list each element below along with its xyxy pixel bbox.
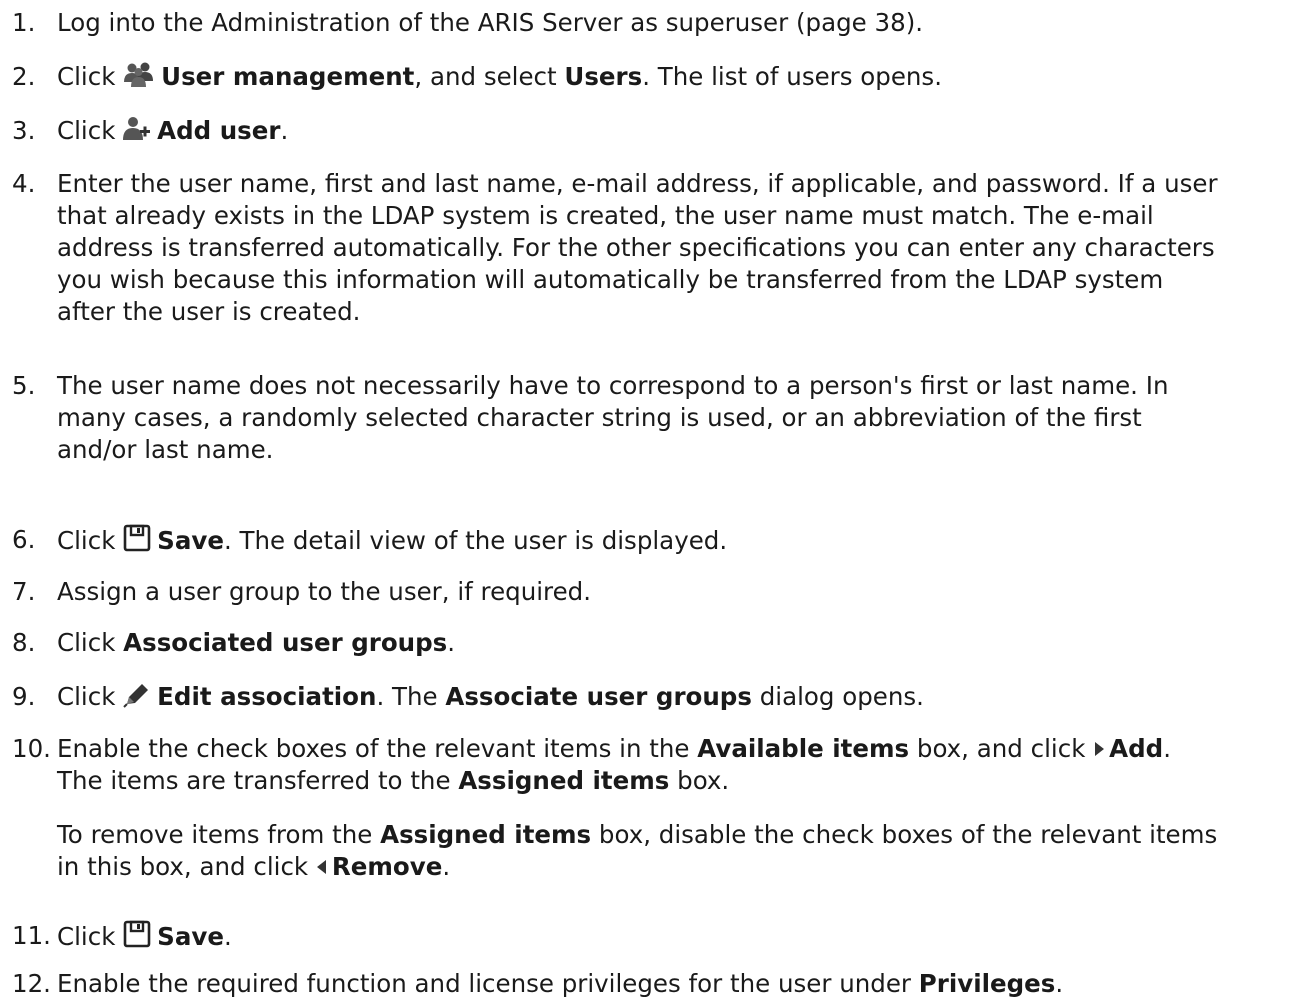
step-text: Click Save. The detail view of the user … [57,524,728,555]
step-number: 10. [12,734,51,763]
step-text: Enter the user name, first and last name… [57,169,1218,326]
step-number: 1. [12,8,36,37]
step-number: 8. [12,628,36,657]
step-text: The user name does not necessarily have … [57,371,1169,464]
step-text: To remove items from the Assigned items … [57,820,1218,883]
step-number: 5. [12,371,36,400]
pencil-icon [123,682,151,708]
save-icon [123,524,151,552]
step-text: Log into the Administration of the ARIS … [57,8,924,37]
step-number: 6. [12,525,36,554]
step-text: Enable the check boxes of the relevant i… [57,733,1172,795]
instruction-document: 1. Log into the Administration of the AR… [0,0,1308,1000]
step-text: Click Edit association. The Associate us… [57,682,924,711]
save-icon [123,920,151,948]
step-text: Click User management, and select Users.… [57,62,942,91]
remove-arrow-icon [316,851,328,883]
step-number: 4. [12,169,36,198]
step-number: 12. [12,969,51,998]
step-text: Assign a user group to the user, if requ… [57,577,591,606]
add-arrow-icon [1093,733,1105,765]
step-number: 2. [12,62,36,91]
step-text: Click Associated user groups. [57,628,456,657]
add-user-icon [123,116,151,142]
step-number: 7. [12,577,36,606]
step-number: 11. [12,921,51,950]
step-number: 3. [12,116,36,145]
step-text: Click Add user. [57,116,289,145]
users-icon [123,62,155,88]
step-text: Click Save. [57,920,232,951]
step-text: Enable the required function and license… [57,969,1064,998]
step-number: 9. [12,682,36,711]
